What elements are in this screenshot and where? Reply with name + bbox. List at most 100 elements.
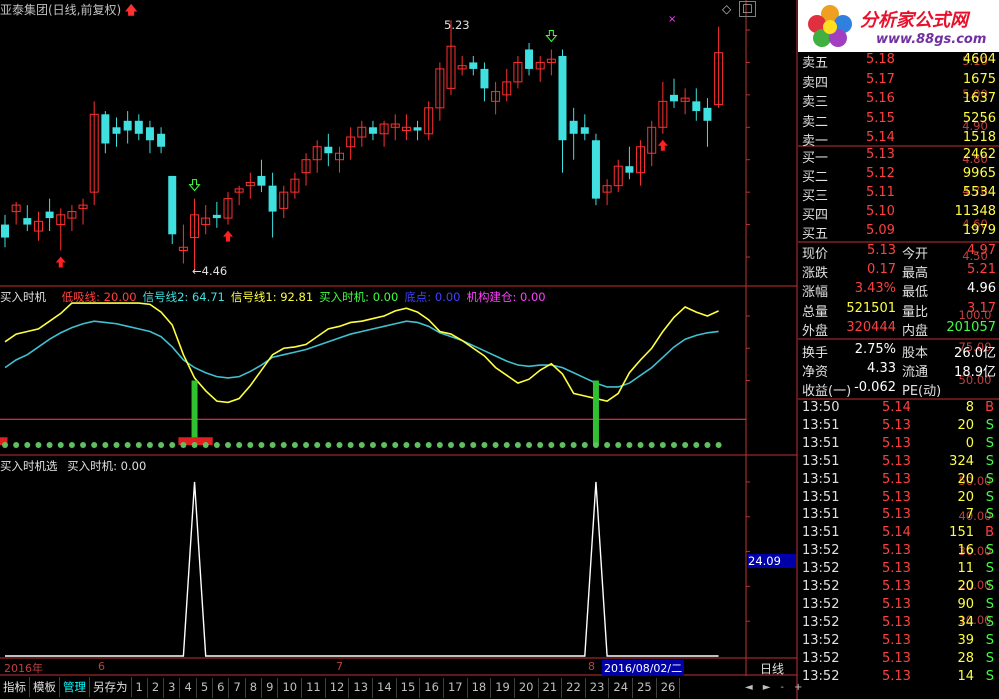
stat-value: 18.9亿 — [954, 365, 996, 381]
tab-slot-21[interactable]: 21 — [539, 678, 563, 698]
trade-side: S — [985, 453, 994, 469]
stat-value: 4.97 — [967, 243, 996, 258]
stat-label: 今开 — [902, 247, 929, 262]
tab-slot-25[interactable]: 25 — [633, 678, 657, 698]
tab-slot-3[interactable]: 3 — [164, 678, 181, 698]
order-label: 卖五 — [802, 56, 829, 71]
close-icon[interactable]: ☐ — [739, 1, 756, 17]
baseline-dot — [715, 442, 722, 448]
tab-slot-24[interactable]: 24 — [609, 678, 634, 698]
trade-row: 13:51 5.13 0 S — [800, 436, 998, 454]
trade-row: 13:52 5.13 14 S — [800, 669, 998, 687]
tab-nav-2[interactable]: - — [780, 682, 784, 693]
tab-manage[interactable]: 管理 — [60, 677, 90, 697]
baseline-dot — [693, 442, 700, 448]
candle-body — [525, 49, 534, 69]
sub-cursor-value: 24.09 — [748, 554, 796, 568]
trade-price: 5.13 — [882, 543, 911, 559]
baseline-dot — [648, 442, 655, 448]
candle-body — [580, 127, 589, 134]
baseline-dot — [325, 442, 332, 448]
stat-value: 4.96 — [967, 281, 996, 297]
tab-slot-11[interactable]: 11 — [302, 678, 326, 698]
tab-slot-10[interactable]: 10 — [278, 678, 303, 698]
baseline-dot — [191, 442, 198, 448]
baseline-dot — [581, 442, 588, 448]
stat-value: 4.33 — [867, 361, 896, 377]
stock-title-text: 亚泰集团(日线,前复权) — [0, 3, 122, 17]
buy-timing-bar — [191, 380, 198, 445]
tab-slot-4[interactable]: 4 — [180, 678, 197, 698]
trade-side: B — [985, 525, 994, 541]
order-volume: 9965 — [962, 166, 996, 181]
tab-slot-17[interactable]: 17 — [444, 678, 468, 698]
tab-slot-7[interactable]: 7 — [229, 678, 246, 698]
tab-slot-2[interactable]: 2 — [148, 678, 165, 698]
lo-price-value: 4.46 — [201, 264, 228, 278]
bid-row: 买五 5.09 1979 — [800, 223, 998, 242]
ask-row: 卖二 5.15 5256 — [800, 110, 998, 130]
diamond-icon[interactable]: ◇ — [722, 2, 731, 16]
baseline-dot — [280, 442, 287, 448]
candle-body — [703, 107, 712, 121]
tab-template[interactable]: 模板 — [30, 677, 60, 697]
tab-slot-26[interactable]: 26 — [657, 678, 681, 698]
tab-slot-20[interactable]: 20 — [515, 678, 539, 698]
tab-slot-16[interactable]: 16 — [420, 678, 444, 698]
bid-row: 买一 5.13 2462 — [800, 147, 998, 166]
window-controls[interactable]: ◇ ☐ — [722, 1, 756, 17]
tab-slot-18[interactable]: 18 — [468, 678, 492, 698]
tab-slot-9[interactable]: 9 — [262, 678, 279, 698]
baseline-dot — [425, 442, 432, 448]
baseline-dot — [269, 442, 276, 448]
trade-row: 13:52 5.13 90 S — [800, 597, 998, 615]
tab-indicator[interactable]: 指标 — [0, 677, 30, 697]
buy-arrow-icon — [657, 139, 668, 151]
lo-price-marker: ←4.46 — [192, 264, 228, 278]
tab-nav-0[interactable]: ◄ — [745, 682, 753, 693]
order-price: 5.15 — [866, 110, 895, 126]
date-month-8: 8 — [588, 660, 595, 673]
sub-cursor-text: 24.09 — [748, 554, 781, 568]
tab-slot-6[interactable]: 6 — [213, 678, 230, 698]
tab-slot-19[interactable]: 19 — [491, 678, 515, 698]
bid-row: 买二 5.12 9965 — [800, 166, 998, 185]
candle-body — [591, 140, 600, 199]
stat-row: 现价 5.13 今开 4.97 — [800, 243, 998, 262]
tab-save-as[interactable]: 另存为 — [90, 677, 132, 697]
up-arrow-icon: 🡅 — [125, 3, 138, 17]
candle-body — [168, 175, 177, 235]
tab-slot-12[interactable]: 12 — [326, 678, 350, 698]
stock-title: 亚泰集团(日线,前复权) 🡅 — [0, 1, 137, 22]
baseline-dot — [247, 442, 254, 448]
trade-price: 5.13 — [882, 579, 911, 594]
order-price: 5.13 — [866, 147, 895, 162]
candle-body — [45, 211, 54, 219]
trade-side: S — [985, 471, 994, 487]
order-label: 买三 — [802, 189, 829, 204]
order-label: 买五 — [802, 227, 829, 242]
trade-price: 5.13 — [882, 561, 911, 577]
tab-slot-14[interactable]: 14 — [373, 678, 397, 698]
sub-indicator-header: 买入时机选 买入时机: 0.00 — [0, 458, 146, 474]
trade-volume: 11 — [957, 561, 974, 577]
trade-price: 5.13 — [882, 489, 911, 505]
tab-slot-13[interactable]: 13 — [349, 678, 374, 698]
stat-value: -0.062 — [854, 380, 896, 396]
period-label[interactable]: 日线 — [760, 660, 784, 677]
tab-slot-23[interactable]: 23 — [586, 678, 610, 698]
baseline-dot — [548, 442, 555, 448]
trade-volume: 8 — [965, 400, 974, 415]
baseline-dot — [403, 442, 410, 448]
candle-body — [257, 175, 266, 186]
tab-nav-1[interactable]: ► — [763, 682, 771, 693]
flower-logo-icon — [808, 5, 852, 47]
tab-slot-22[interactable]: 22 — [562, 678, 586, 698]
tab-slot-15[interactable]: 15 — [397, 678, 421, 698]
tab-slot-1[interactable]: 1 — [132, 678, 148, 698]
baseline-dot — [392, 442, 399, 448]
tab-slot-5[interactable]: 5 — [197, 678, 214, 698]
baseline-dot — [258, 442, 265, 448]
tab-slot-8[interactable]: 8 — [246, 678, 263, 698]
baseline-dot — [570, 442, 577, 448]
